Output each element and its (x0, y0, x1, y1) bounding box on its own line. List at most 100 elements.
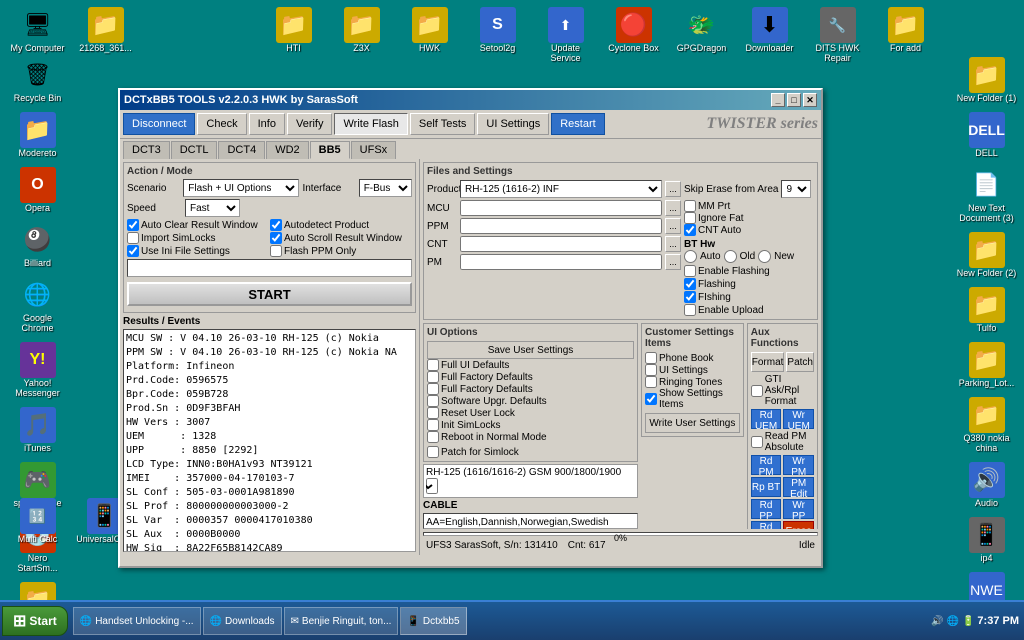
full-factory-defaults-1-cb[interactable] (427, 371, 439, 383)
start-button-taskbar[interactable]: ⊞ Start (2, 606, 68, 636)
rd-mem-btn[interactable]: Rd MEM (751, 521, 782, 529)
ringing-tones-cb[interactable] (645, 376, 657, 388)
ppm-browse-btn[interactable]: ... (665, 218, 681, 234)
patch-btn[interactable]: Patch (786, 352, 814, 372)
pm-browse-btn[interactable]: ... (665, 254, 681, 270)
desktop-icon-yahoo-messenger[interactable]: Y! Yahoo! Messenger (5, 340, 70, 400)
ignore-fat-checkbox[interactable] (684, 212, 696, 224)
checkbox-auto-clear-input[interactable] (127, 219, 139, 231)
disconnect-button[interactable]: Disconnect (123, 113, 195, 135)
enable-flashing-cnt-cb[interactable] (684, 291, 696, 303)
sw-upgr-defaults-cb[interactable] (427, 395, 439, 407)
checkbox-flash-ppm-input[interactable] (270, 245, 282, 257)
desktop-icon-modereto[interactable]: 📁 Modereto (5, 110, 70, 160)
desktop-icon-nweexport[interactable]: NWE NWEExport (954, 570, 1019, 600)
checkbox-auto-scroll-input[interactable] (270, 232, 282, 244)
taskbar-item-dctxbb5[interactable]: 📱 Dctxbb5 (400, 607, 466, 635)
verify-button[interactable]: Verify (287, 113, 333, 135)
gti-ask-cb[interactable] (751, 385, 763, 397)
rp-bt-btn[interactable]: Rp BT (751, 477, 782, 497)
minimize-button[interactable]: _ (771, 93, 785, 107)
checkbox-autodetect-input[interactable] (270, 219, 282, 231)
info-button[interactable]: Info (249, 113, 285, 135)
patch-simlock-cb[interactable] (427, 446, 439, 458)
desktop-icon-tulfo[interactable]: 📁 Tulfo (954, 285, 1019, 335)
start-button[interactable]: START (127, 282, 412, 306)
desktop-icon-downloader[interactable]: ⬇ Downloader (737, 5, 802, 65)
checkbox-use-ini-input[interactable] (127, 245, 139, 257)
desktop-icon-multi-calc[interactable]: 🔢 Multi Calc (5, 496, 70, 556)
reboot-normal-cb[interactable] (427, 431, 439, 443)
speed-select[interactable]: Fast (185, 199, 240, 217)
skip-erase-select[interactable]: 9 (781, 180, 811, 198)
pm-edit-btn[interactable]: PM Edit (783, 477, 814, 497)
rd-pm-btn[interactable]: Rd PM (751, 455, 782, 475)
ui-settings-button[interactable]: UI Settings (477, 113, 549, 135)
rd-uem-btn[interactable]: Rd UEM (751, 409, 782, 429)
check-button[interactable]: Check (197, 113, 246, 135)
desktop-icon-audio[interactable]: 🔊 Audio (954, 460, 1019, 510)
scenario-select[interactable]: Flash + UI Options (183, 179, 299, 197)
close-button[interactable]: ✕ (803, 93, 817, 107)
desktop-icon-recycle-bin[interactable]: 🗑 Recycle Bin (5, 55, 70, 105)
wr-pp-btn[interactable]: Wr PP (783, 499, 814, 519)
desktop-icon-opera[interactable]: O Opera (5, 165, 70, 215)
taskbar-item-benjie[interactable]: ✉ Benjie Ringuit, ton... (284, 607, 399, 635)
cnt-input[interactable] (460, 236, 662, 252)
mm-prt-checkbox[interactable] (684, 200, 696, 212)
tab-bb5[interactable]: BB5 (310, 141, 350, 159)
desktop-icon-google-chrome[interactable]: 🌐 Google Chrome (5, 275, 70, 335)
mcu-input[interactable] (460, 200, 662, 216)
desktop-icon-cyclone-box[interactable]: 🔴 Cyclone Box (601, 5, 666, 65)
new-radio[interactable] (758, 250, 771, 263)
ppm-input[interactable] (460, 218, 662, 234)
tab-dct4[interactable]: DCT4 (218, 141, 265, 159)
cnt-browse-btn[interactable]: ... (665, 236, 681, 252)
erase-btn[interactable]: Erase (783, 521, 814, 529)
desktop-icon-ip4[interactable]: 📱 ip4 (954, 515, 1019, 565)
cnt-auto-checkbox[interactable] (684, 224, 696, 236)
desktop-icon-21268[interactable]: 📁 21268_361... (73, 5, 138, 65)
read-pm-cb[interactable] (751, 436, 763, 448)
desktop-icon-new-folder-2[interactable]: 📁 New Folder (2) (954, 230, 1019, 280)
save-user-settings-btn[interactable]: Save User Settings (427, 341, 634, 359)
action-input[interactable] (127, 259, 412, 277)
self-tests-button[interactable]: Self Tests (410, 113, 476, 135)
desktop-icon-mod[interactable]: 📁 Mod (5, 580, 70, 600)
format-btn[interactable]: Format (751, 352, 785, 372)
pm-input[interactable] (460, 254, 662, 270)
show-settings-cb[interactable] (645, 393, 657, 405)
tab-dct3[interactable]: DCT3 (123, 141, 170, 159)
phone-book-cb[interactable] (645, 352, 657, 364)
product-browse-btn[interactable]: ... (665, 181, 681, 197)
ui-settings-cb[interactable] (645, 364, 657, 376)
product-select[interactable]: RH-125 (1616-2) INF (460, 180, 662, 198)
desktop-icon-new-folder-1[interactable]: 📁 New Folder (1) (954, 55, 1019, 105)
init-simlocks-cb[interactable] (427, 419, 439, 431)
desktop-icon-update-service[interactable]: ⬆ Update Service (533, 5, 598, 65)
desktop-icon-parking-lot[interactable]: 📁 Parking_Lot... (954, 340, 1019, 390)
full-factory-defaults-2-cb[interactable] (427, 383, 439, 395)
taskbar-item-handset[interactable]: 🌐 Handset Unlocking -... (73, 607, 201, 635)
full-ui-defaults-cb[interactable] (427, 359, 439, 371)
wr-uem-btn[interactable]: Wr UEM (783, 409, 814, 429)
desktop-icon-q380-nokia[interactable]: 📁 Q380 nokia china (954, 395, 1019, 455)
desktop-icon-gpgdragon[interactable]: 🐲 GPGDragon (669, 5, 734, 65)
taskbar-item-downloads[interactable]: 🌐 Downloads (203, 607, 282, 635)
interface-select[interactable]: F-Bus (359, 179, 412, 197)
checkbox-import-simlocks-input[interactable] (127, 232, 139, 244)
tab-ufsx[interactable]: UFSx (351, 141, 397, 159)
wr-pm-btn[interactable]: Wr PM (783, 455, 814, 475)
desktop-icon-for-add[interactable]: 📁 For add (873, 5, 938, 65)
write-user-settings-btn[interactable]: Write User Settings (645, 413, 740, 433)
mcu-browse-btn[interactable]: ... (665, 200, 681, 216)
desktop-icon-hti[interactable]: 📁 HTI (261, 5, 326, 65)
desktop-icon-dits-hwk[interactable]: 🔧 DITS HWK Repair (805, 5, 870, 65)
restart-button[interactable]: Restart (551, 113, 604, 135)
old-radio[interactable] (724, 250, 737, 263)
desktop-icon-hwk[interactable]: 📁 HWK (397, 5, 462, 65)
tab-dctl[interactable]: DCTL (171, 141, 218, 159)
rd-pp-btn[interactable]: Rd PP (751, 499, 782, 519)
enable-flashing-ppm-cb[interactable] (684, 278, 696, 290)
phone-model-select[interactable] (426, 478, 438, 494)
